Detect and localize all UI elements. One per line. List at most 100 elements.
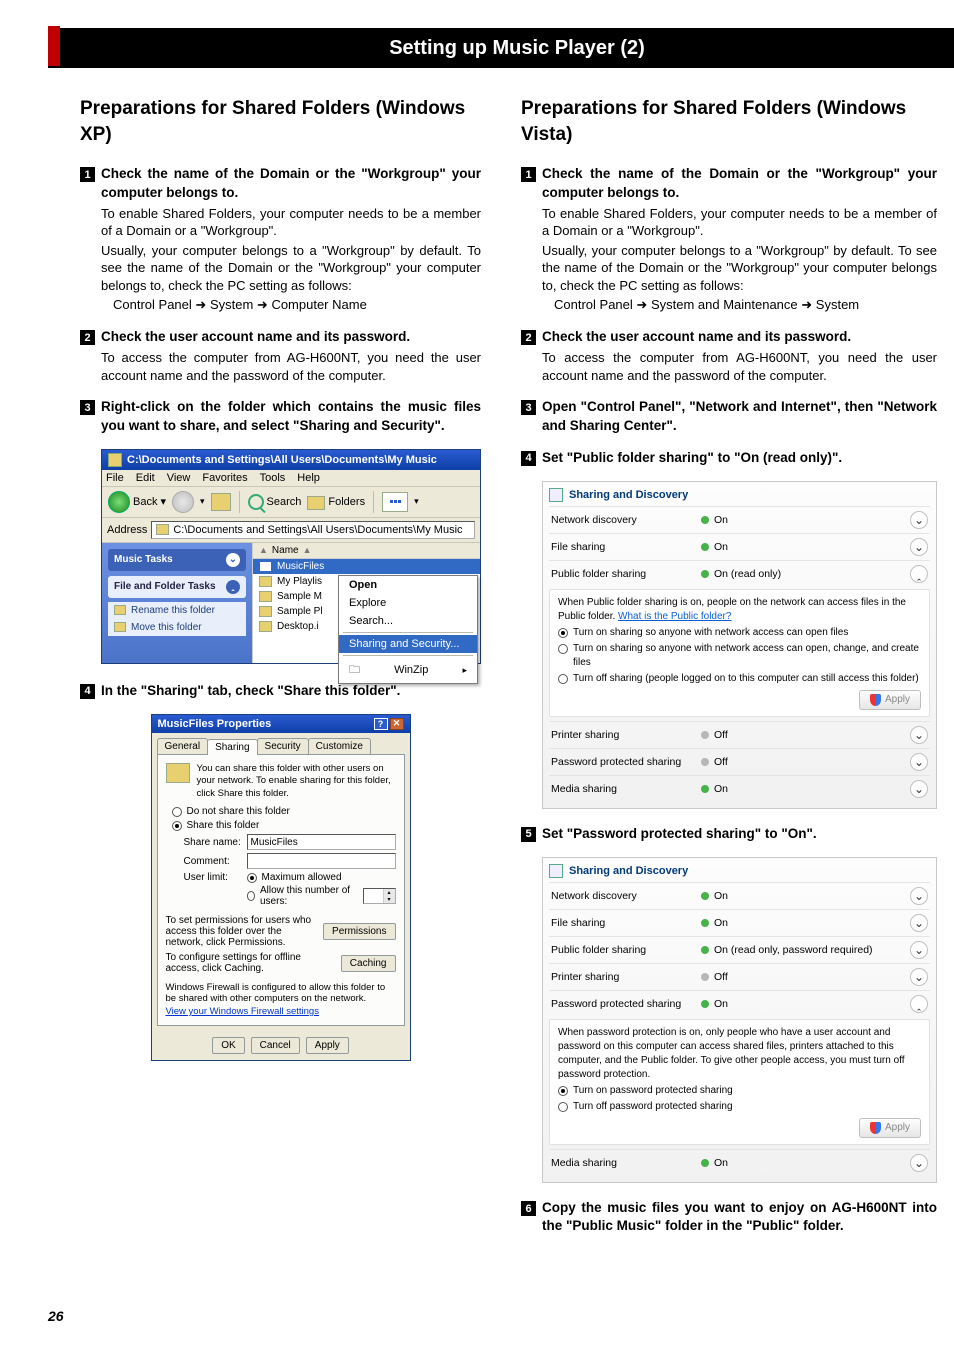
vista-step2-title: Check the user account name and its pass… — [542, 328, 937, 346]
vista-step6-title: Copy the music files you want to enjoy o… — [542, 1199, 937, 1235]
column-xp: Preparations for Shared Folders (Windows… — [80, 96, 481, 1250]
close-button[interactable]: ✕ — [390, 718, 404, 730]
tab-sharing[interactable]: Sharing — [207, 739, 257, 755]
what-is-public-link[interactable]: What is the Public folder? — [618, 611, 731, 622]
shield-icon — [870, 694, 881, 706]
share-name-input[interactable] — [247, 834, 396, 850]
folder-icon — [259, 591, 272, 602]
vista-step1-title: Check the name of the Domain or the "Wor… — [542, 165, 937, 201]
music-tasks-card[interactable]: Music Tasks⌄ — [108, 549, 246, 571]
address-label: Address — [107, 524, 147, 536]
menu-tools[interactable]: Tools — [260, 472, 286, 484]
chevron-down-icon: ⌄ — [226, 553, 240, 567]
ctx-winzip[interactable]: 🗀 WinZip▸ — [339, 658, 477, 683]
views-button[interactable] — [382, 492, 408, 512]
folders-button[interactable]: Folders — [307, 494, 365, 510]
comment-input[interactable] — [247, 853, 396, 869]
arrow-icon: ➜ — [257, 296, 268, 314]
expand-button[interactable] — [910, 753, 928, 771]
tab-customize[interactable]: Customize — [308, 738, 371, 754]
firewall-link[interactable]: View your Windows Firewall settings — [166, 1006, 396, 1017]
radio-open-change[interactable]: Turn on sharing so anyone with network a… — [558, 642, 921, 670]
expand-button[interactable] — [910, 1154, 928, 1172]
apply-button[interactable]: Apply — [859, 690, 921, 710]
radio-turn-off[interactable]: Turn off sharing (people logged on to th… — [558, 672, 921, 686]
expand-button[interactable] — [910, 780, 928, 798]
expand-button[interactable] — [910, 887, 928, 905]
cancel-button[interactable]: Cancel — [251, 1037, 300, 1054]
collapse-button[interactable] — [910, 995, 928, 1013]
page-title-band: Setting up Music Player (2) — [48, 28, 954, 68]
permissions-button[interactable]: Permissions — [323, 923, 395, 940]
radio-pwd-on[interactable]: Turn on password protected sharing — [558, 1084, 921, 1098]
ctx-sharing[interactable]: Sharing and Security... — [339, 635, 477, 653]
step-badge-6: 6 — [521, 1201, 536, 1216]
vista-section-title: Preparations for Shared Folders (Windows… — [521, 96, 937, 147]
expand-button[interactable] — [910, 538, 928, 556]
vista-step4-title: Set "Public folder sharing" to "On (read… — [542, 449, 937, 467]
apply-button[interactable]: Apply — [306, 1037, 349, 1054]
xp-step1-path: Control Panel ➜ System ➜ Computer Name — [113, 296, 481, 314]
radio-max-allowed[interactable]: Maximum allowed — [247, 872, 396, 883]
column-vista: Preparations for Shared Folders (Windows… — [521, 96, 937, 1250]
xp-step4-title: In the "Sharing" tab, check "Share this … — [101, 682, 481, 700]
ctx-explore[interactable]: Explore — [339, 594, 477, 612]
radio-do-not-share[interactable]: Do not share this folder — [172, 806, 396, 817]
password-sharing-options: When password protection is on, only peo… — [549, 1019, 930, 1145]
sort-icon: ▲ — [259, 545, 268, 555]
page-title: Setting up Music Player (2) — [389, 37, 645, 60]
arrow-icon: ➜ — [801, 296, 812, 314]
menu-favorites[interactable]: Favorites — [202, 472, 247, 484]
menu-view[interactable]: View — [167, 472, 191, 484]
xp-step2-p1: To access the computer from AG-H600NT, y… — [101, 349, 481, 384]
menu-edit[interactable]: Edit — [136, 472, 155, 484]
apply-button[interactable]: Apply — [859, 1118, 921, 1138]
folder-icon — [259, 606, 272, 617]
expand-button[interactable] — [910, 914, 928, 932]
step-badge-4: 4 — [80, 684, 95, 699]
expand-button[interactable] — [910, 941, 928, 959]
xp-step2-title: Check the user account name and its pass… — [101, 328, 481, 346]
properties-dialog: MusicFiles Properties ?✕ General Sharing… — [151, 714, 411, 1061]
vista-panel-public-sharing: Sharing and Discovery Network discoveryO… — [542, 481, 937, 809]
status-dot-icon — [701, 516, 709, 524]
expand-button[interactable] — [910, 726, 928, 744]
expand-button[interactable] — [910, 511, 928, 529]
file-folder-tasks-card[interactable]: File and Folder Tasksꞈ — [108, 576, 246, 598]
search-button[interactable]: Search — [248, 494, 302, 510]
forward-button[interactable] — [172, 491, 194, 513]
explorer-window: C:\Documents and Settings\All Users\Docu… — [101, 449, 481, 664]
menu-file[interactable]: File — [106, 472, 124, 484]
up-button[interactable] — [211, 493, 231, 511]
folder-icon — [259, 576, 272, 587]
help-button[interactable]: ? — [374, 718, 388, 730]
caching-button[interactable]: Caching — [341, 955, 396, 972]
user-count-spinner[interactable]: ▴▾ — [363, 888, 396, 904]
chevron-up-icon: ꞈ — [226, 580, 240, 594]
firewall-note: Windows Firewall is configured to allow … — [166, 982, 396, 1004]
expand-button[interactable] — [910, 968, 928, 986]
rename-link[interactable]: Rename this folder — [108, 602, 246, 619]
radio-pwd-off[interactable]: Turn off password protected sharing — [558, 1100, 921, 1114]
xp-step1-p1: To enable Shared Folders, your computer … — [101, 205, 481, 240]
move-link[interactable]: Move this folder — [108, 619, 246, 636]
tab-general[interactable]: General — [157, 738, 209, 754]
ctx-open[interactable]: Open — [339, 576, 477, 594]
explorer-menubar: File Edit View Favorites Tools Help — [102, 470, 480, 487]
radio-allow-number[interactable]: Allow this number of users: ▴▾ — [247, 885, 396, 907]
public-sharing-options: When Public folder sharing is on, people… — [549, 589, 930, 717]
ok-button[interactable]: OK — [212, 1037, 244, 1054]
radio-open-files[interactable]: Turn on sharing so anyone with network a… — [558, 626, 921, 640]
back-button[interactable]: Back ▾ — [108, 491, 166, 513]
arrow-icon: ➜ — [636, 296, 647, 314]
step-badge-2: 2 — [521, 330, 536, 345]
page-number: 26 — [48, 1308, 64, 1324]
file-row-selected[interactable]: MusicFiles — [253, 559, 480, 574]
radio-share[interactable]: Share this folder — [172, 820, 396, 831]
folder-icon — [259, 561, 272, 572]
address-input[interactable]: C:\Documents and Settings\All Users\Docu… — [151, 521, 475, 539]
ctx-search[interactable]: Search... — [339, 612, 477, 630]
tab-security[interactable]: Security — [257, 738, 309, 754]
menu-help[interactable]: Help — [297, 472, 320, 484]
collapse-button[interactable] — [910, 565, 928, 583]
